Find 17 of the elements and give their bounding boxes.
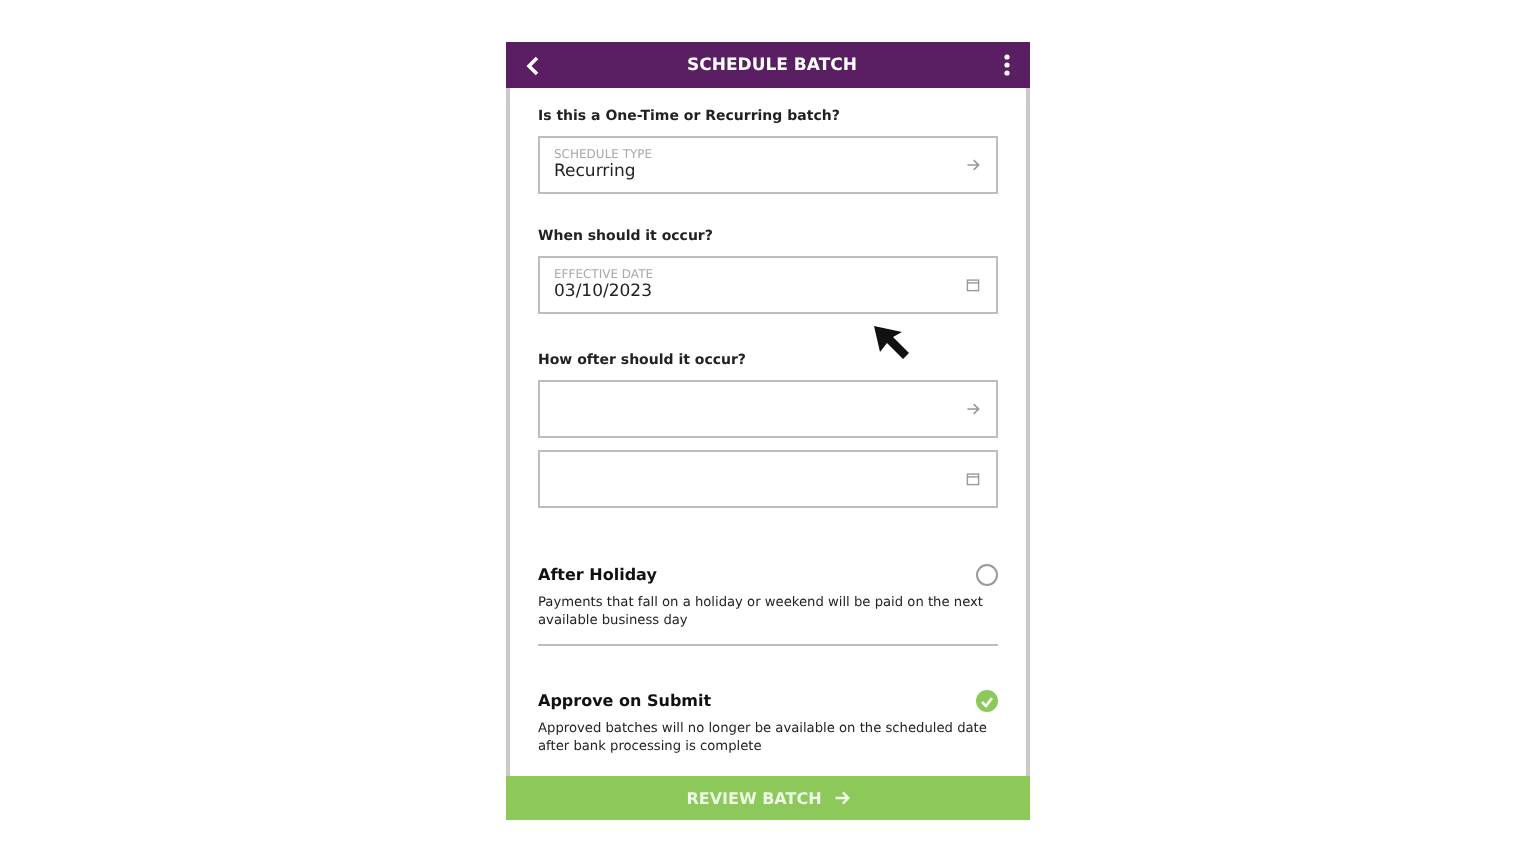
date-field[interactable]: [538, 450, 998, 508]
more-menu-icon[interactable]: [1004, 54, 1010, 76]
field-value: 03/10/2023: [554, 282, 654, 302]
option-title: After Holiday: [538, 566, 657, 584]
option-toggle[interactable]: [976, 564, 998, 586]
arrow-right-icon: [833, 790, 850, 806]
arrow-right-icon: [966, 158, 980, 172]
screen-title: SCHEDULE BATCH: [687, 55, 857, 75]
calendar-icon: [966, 472, 980, 486]
field-value: Recurring: [554, 162, 638, 182]
arrow-right-icon: [966, 402, 980, 416]
back-icon[interactable]: [526, 55, 540, 75]
option-title: Approve on Submit: [538, 692, 712, 711]
option-toggle[interactable]: [976, 690, 998, 713]
check-icon: [980, 695, 994, 708]
select-field[interactable]: [538, 380, 998, 438]
calendar-icon: [966, 278, 980, 292]
